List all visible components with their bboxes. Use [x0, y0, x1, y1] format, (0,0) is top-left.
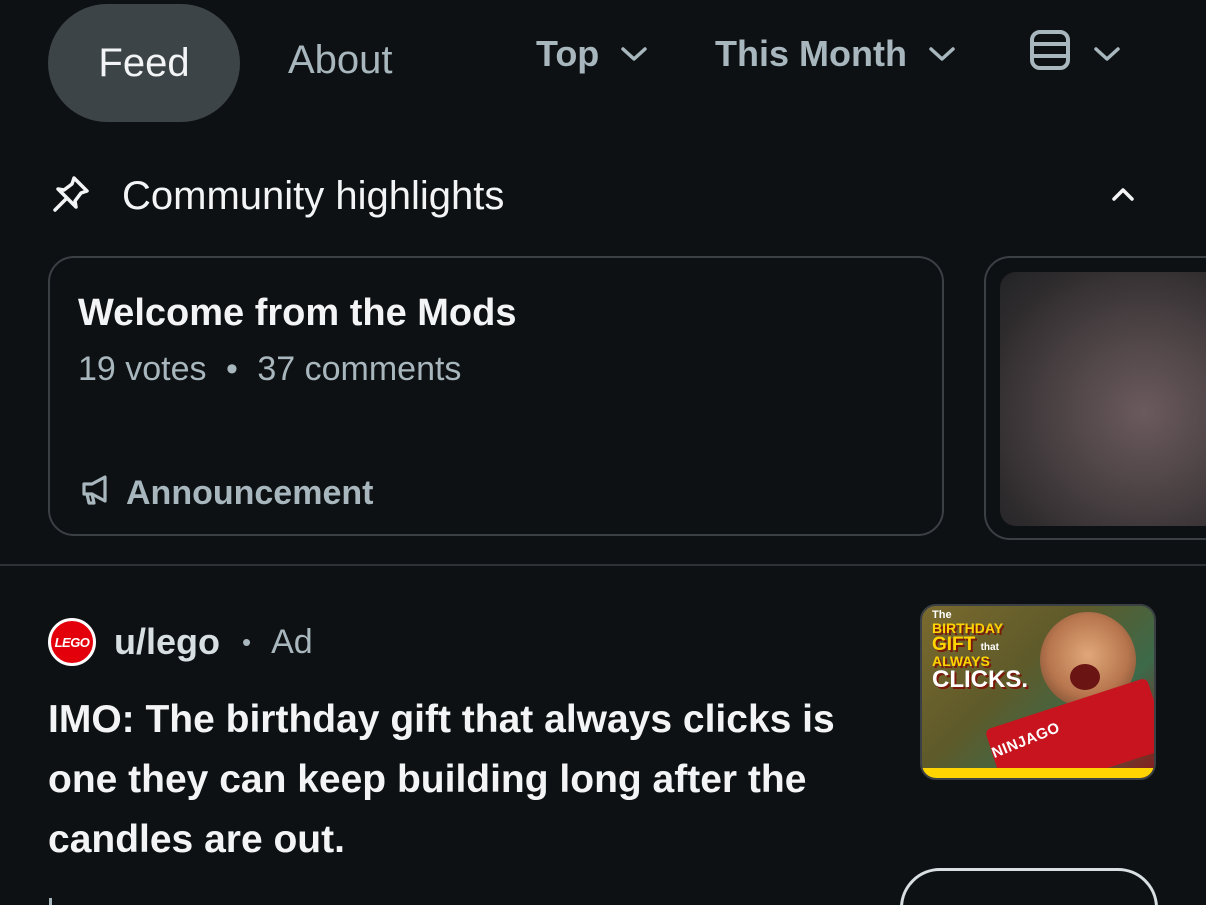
page: Feed About Top This Month Community high…	[0, 0, 1206, 905]
view-mode-dropdown[interactable]	[1028, 28, 1122, 81]
view-mode-icon	[1028, 28, 1072, 81]
post-title[interactable]: IMO: The birthday gift that always click…	[48, 690, 888, 870]
sort-dropdown-label: Top	[536, 33, 600, 74]
highlight-card-thumbnail	[1000, 272, 1206, 526]
cta-button[interactable]	[900, 868, 1158, 905]
megaphone-icon	[78, 472, 112, 515]
sort-dropdown[interactable]: Top	[536, 30, 649, 78]
chevron-down-icon	[619, 44, 649, 64]
announcement-label: Announcement	[126, 474, 374, 512]
announcement-tag: Announcement	[78, 472, 373, 515]
time-range-dropdown[interactable]: This Month	[715, 30, 957, 78]
highlight-card-meta: 19 votes • 37 comments	[78, 350, 461, 389]
avatar[interactable]: LEGO	[48, 618, 96, 666]
ad-line-3: GIFT that	[932, 635, 1028, 654]
divider	[0, 564, 1206, 566]
highlight-card-title: Welcome from the Mods	[78, 292, 517, 334]
post-header: LEGO u/lego • Ad	[48, 614, 313, 670]
post-separator: •	[242, 626, 252, 657]
time-range-label: This Month	[715, 33, 907, 74]
ad-line-3-small: that	[980, 642, 999, 653]
comments-count: 37 comments	[257, 350, 462, 388]
meta-separator: •	[225, 350, 238, 388]
chevron-up-icon[interactable]	[1108, 180, 1138, 215]
pin-icon	[50, 173, 92, 220]
tab-feed[interactable]: Feed	[48, 4, 240, 122]
tab-feed-label: Feed	[98, 40, 190, 85]
ad-line-3-word: GIFT	[932, 634, 976, 655]
ad-stripe	[922, 768, 1154, 778]
highlight-card-image[interactable]	[984, 256, 1206, 540]
ad-headline: The BIRTHDAY GIFT that ALWAYS CLICKS.	[932, 610, 1028, 692]
ad-line-2: BIRTHDAY	[932, 620, 1004, 636]
tab-about[interactable]: About	[288, 38, 393, 83]
child-mouth	[1070, 664, 1100, 690]
chevron-down-icon	[1092, 44, 1122, 64]
post-username[interactable]: u/lego	[114, 621, 220, 663]
avatar-logo-text: LEGO	[54, 634, 90, 650]
highlight-card[interactable]: Welcome from the Mods 19 votes • 37 comm…	[48, 256, 944, 536]
vote-indicator	[49, 898, 52, 905]
ad-thumbnail[interactable]: NINJAGO The BIRTHDAY GIFT that ALWAYS CL…	[920, 604, 1156, 780]
chevron-down-icon	[927, 44, 957, 64]
highlights-header: Community highlights	[50, 170, 504, 222]
ad-line-5: CLICKS.	[932, 666, 1028, 693]
votes-count: 19 votes	[78, 350, 207, 388]
highlights-title: Community highlights	[122, 173, 505, 218]
ad-badge: Ad	[271, 622, 313, 661]
